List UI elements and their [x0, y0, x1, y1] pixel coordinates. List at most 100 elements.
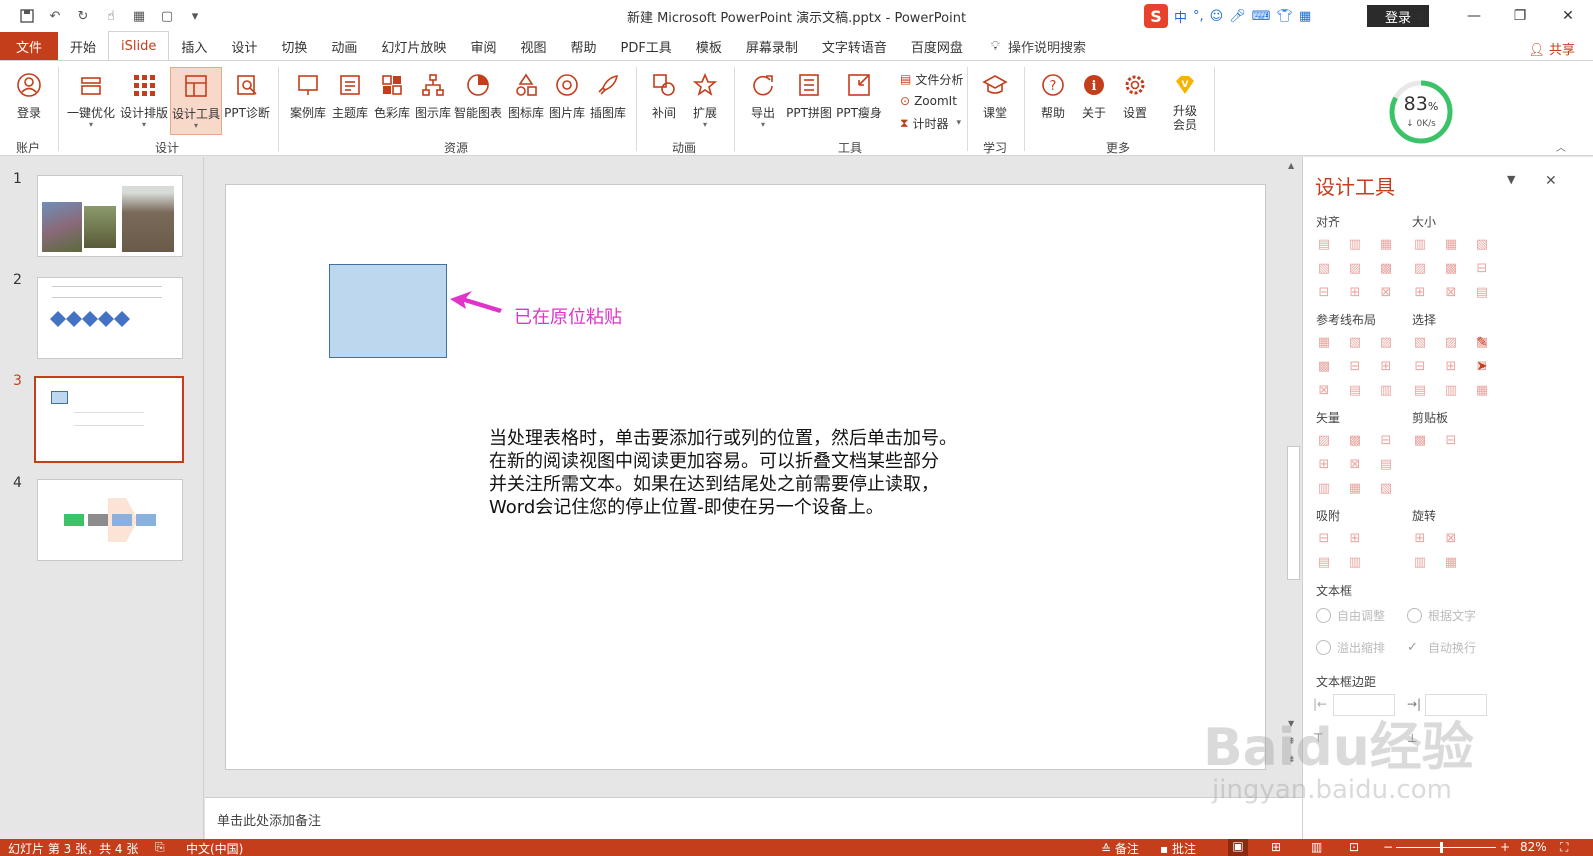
tab-animations[interactable]: 动画 — [319, 32, 369, 60]
ppt-diagnose-button[interactable]: PPT诊断 — [224, 67, 270, 135]
design-tool-icon[interactable]: ⊞ — [1316, 457, 1332, 472]
design-tool-icon[interactable]: ⊟ — [1412, 359, 1428, 374]
illustration-library-button[interactable]: 插图库 — [588, 67, 628, 135]
classroom-button[interactable]: 课堂 — [976, 67, 1014, 135]
design-tool-icon[interactable]: ▩ — [1412, 433, 1428, 448]
customize-qat-icon[interactable]: ▾ — [186, 7, 204, 25]
reading-view-icon[interactable]: ▥ — [1311, 840, 1322, 854]
tab-home[interactable]: 开始 — [58, 32, 108, 60]
select-cursor-icon[interactable]: ➤ — [1474, 359, 1490, 374]
minimize-button[interactable]: — — [1451, 0, 1497, 32]
pane-close-icon[interactable]: ✕ — [1545, 173, 1557, 189]
ribbon-display-icon[interactable]: ▭ — [1393, 0, 1439, 32]
microphone-icon[interactable]: 🎤︎ — [1229, 9, 1246, 24]
radio-fit-text[interactable]: 根据文字 — [1407, 607, 1476, 624]
tab-help[interactable]: 帮助 — [558, 32, 608, 60]
checkbox-wrap[interactable]: ✓ 自动换行 — [1407, 639, 1476, 656]
design-tool-icon[interactable]: ▦ — [1316, 335, 1332, 350]
design-tool-icon[interactable]: ⊟ — [1378, 433, 1394, 448]
design-tool-icon[interactable]: ▤ — [1316, 555, 1332, 570]
comments-toggle[interactable]: ▪ 批注 — [1160, 840, 1196, 856]
design-tool-icon[interactable]: ▧ — [1474, 237, 1490, 252]
design-tool-icon[interactable]: ▦ — [1378, 237, 1394, 252]
design-tool-icon[interactable]: ▥ — [1316, 481, 1332, 496]
pane-options-icon[interactable]: ▼ — [1507, 173, 1515, 186]
design-tool-icon[interactable]: ⊠ — [1443, 531, 1459, 546]
slide-thumbnail-4[interactable] — [37, 479, 183, 561]
emoji-icon[interactable]: ☺ — [1210, 9, 1224, 24]
about-button[interactable]: i 关于 — [1075, 67, 1113, 135]
color-library-button[interactable]: 色彩库 — [372, 67, 412, 135]
design-tool-icon[interactable]: ▥ — [1412, 237, 1428, 252]
new-file-icon[interactable]: ▢ — [158, 7, 176, 25]
tab-screen-record[interactable]: 屏幕录制 — [734, 32, 810, 60]
notes-toggle[interactable]: ≙ 备注 — [1101, 840, 1139, 856]
design-tool-icon[interactable]: ▩ — [1316, 359, 1332, 374]
help-button[interactable]: ? 帮助 — [1034, 67, 1072, 135]
tab-pdf-tools[interactable]: PDF工具 — [608, 32, 683, 60]
normal-view-icon[interactable]: ▣ — [1228, 839, 1248, 856]
design-tool-icon[interactable]: ▥ — [1347, 555, 1363, 570]
file-analysis-button[interactable]: ▤ 文件分析 — [900, 69, 963, 89]
editor-scrollbar[interactable]: ▲ ▼ ⇞ ⇟ — [1285, 157, 1302, 797]
magic-wand-icon[interactable]: ✎ — [1474, 335, 1490, 350]
radio-shrink[interactable]: 溢出缩排 — [1316, 639, 1385, 656]
skin-icon[interactable]: 👕︎ — [1277, 9, 1294, 24]
timer-button[interactable]: ⧗ 计时器 ▾ — [900, 113, 961, 133]
design-tool-icon[interactable]: ⊞ — [1443, 359, 1459, 374]
design-tool-icon[interactable]: ▨ — [1378, 335, 1394, 350]
zoom-out-icon[interactable]: − — [1383, 840, 1393, 854]
smart-chart-button[interactable]: 智能图表 — [454, 67, 502, 135]
design-tool-icon[interactable]: ▥ — [1443, 383, 1459, 398]
zoom-level[interactable]: 82% — [1520, 840, 1547, 854]
design-tool-icon[interactable]: ▤ — [1412, 383, 1428, 398]
scroll-thumb[interactable] — [1287, 446, 1300, 580]
one-click-optimize-button[interactable]: 一键优化 ▾ — [66, 67, 116, 135]
export-button[interactable]: 导出 ▾ — [744, 67, 782, 135]
design-tool-icon[interactable]: ⊟ — [1316, 531, 1332, 546]
design-tool-icon[interactable]: ▦ — [1347, 481, 1363, 496]
tab-review[interactable]: 审阅 — [458, 32, 508, 60]
undo-icon[interactable]: ↶ — [46, 7, 64, 25]
spellcheck-icon[interactable]: ⎘ — [155, 840, 165, 855]
upgrade-vip-button[interactable]: V 升级 会员 — [1166, 67, 1204, 135]
tell-me-search[interactable]: 💡︎ 操作说明搜索 — [975, 32, 1086, 60]
design-tool-icon[interactable]: ▧ — [1378, 481, 1394, 496]
zoom-slider-track[interactable] — [1396, 847, 1496, 848]
radio-auto-fit[interactable]: 自由调整 — [1316, 607, 1385, 624]
tab-baidu-netdisk[interactable]: 百度网盘 — [899, 32, 975, 60]
sogou-logo-icon[interactable]: S — [1144, 4, 1168, 28]
ppt-collage-button[interactable]: PPT拼图 — [785, 67, 833, 135]
keyboard-icon[interactable]: ⌨ — [1252, 9, 1271, 24]
maximize-button[interactable]: ❐ — [1497, 0, 1543, 32]
design-tool-icon[interactable]: ⊞ — [1412, 531, 1428, 546]
tab-templates[interactable]: 模板 — [684, 32, 734, 60]
design-tool-icon[interactable]: ⊠ — [1347, 457, 1363, 472]
design-tool-icon[interactable]: ⊞ — [1347, 531, 1363, 546]
design-tool-icon[interactable]: ▥ — [1412, 555, 1428, 570]
language-indicator[interactable]: 中文(中国) — [186, 840, 243, 856]
tab-view[interactable]: 视图 — [508, 32, 558, 60]
design-tool-icon[interactable]: ▤ — [1347, 383, 1363, 398]
login-ribbon-button[interactable]: 登录 — [10, 67, 48, 135]
network-speed-gauge[interactable]: 83% ↓ 0K/s — [1388, 79, 1454, 145]
save-icon[interactable] — [18, 7, 36, 25]
scroll-up-icon[interactable]: ▲ — [1288, 161, 1294, 170]
design-tool-icon[interactable]: ▧ — [1412, 335, 1428, 350]
tab-insert[interactable]: 插入 — [169, 32, 219, 60]
diagram-library-button[interactable]: 图示库 — [413, 67, 453, 135]
design-tool-icon[interactable]: ▧ — [1316, 261, 1332, 276]
slideshow-icon[interactable]: ⊡ — [1349, 840, 1359, 854]
slide-thumbnail-2[interactable] — [37, 277, 183, 359]
design-tool-icon[interactable]: ▥ — [1378, 383, 1394, 398]
tab-islide[interactable]: iSlide — [108, 31, 170, 60]
slide-thumbnail-1[interactable] — [37, 175, 183, 257]
ppt-slim-button[interactable]: PPT瘦身 — [835, 67, 883, 135]
design-tool-icon[interactable]: ▨ — [1316, 433, 1332, 448]
design-tool-icon[interactable]: ▩ — [1443, 261, 1459, 276]
collapse-ribbon-icon[interactable]: ︿ — [1556, 139, 1566, 154]
design-tool-icon[interactable]: ⊞ — [1412, 285, 1428, 300]
design-tool-icon[interactable]: ▤ — [1378, 457, 1394, 472]
icon-library-button[interactable]: 图标库 — [506, 67, 546, 135]
design-tool-icon[interactable]: ▩ — [1378, 261, 1394, 276]
